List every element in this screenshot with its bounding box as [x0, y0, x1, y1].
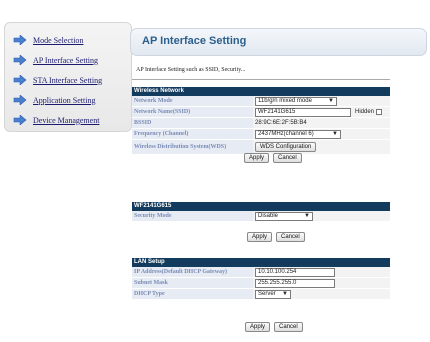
wds-configuration-button[interactable]: WDS Configuration	[255, 142, 317, 152]
chevron-down-icon: ▼	[332, 130, 338, 137]
ip-address-input[interactable]: 10.10.100.254	[255, 267, 335, 277]
frequency-select[interactable]: 2437MHz(channel 6) ▼	[255, 129, 341, 139]
section-header: WF2141G615	[132, 202, 390, 211]
ssid-input[interactable]: WF2141G615	[255, 107, 351, 117]
sidebar-item-application-setting[interactable]: Application Setting	[5, 90, 131, 110]
arrow-right-icon	[13, 115, 27, 125]
network-mode-select[interactable]: 11b/g/n mixed mode ▼	[255, 96, 337, 106]
wds-label: Wireless Distribution System(WDS)	[132, 140, 253, 154]
arrow-right-icon	[13, 95, 27, 105]
security-table: WF2141G615 Security Mode Disable ▼	[132, 202, 390, 222]
table-row: Network Mode 11b/g/n mixed mode ▼	[132, 96, 390, 107]
lan-actions: Apply Cancel	[245, 322, 303, 332]
sidebar-item-ap-interface-setting[interactable]: AP Interface Setting	[5, 50, 131, 70]
sidebar-item-device-management[interactable]: Device Management	[5, 110, 131, 130]
wireless-network-table: Wireless Network Network Mode 11b/g/n mi…	[132, 87, 390, 155]
ssid-label: Network Name(SSID)	[132, 107, 253, 117]
page-description: AP Interface Setting such as SSID, Secur…	[136, 67, 246, 73]
sidebar-item-mode-selection[interactable]: Mode Selection	[5, 30, 131, 50]
lan-setup-table: LAN Setup IP Address(Default DHCP Gatewa…	[132, 258, 390, 300]
table-row: BSSID 28:9C:6E:2F:5B:B4	[132, 118, 390, 129]
chevron-down-icon: ▼	[328, 97, 334, 104]
ip-address-label: IP Address(Default DHCP Gateway)	[132, 267, 253, 277]
dhcp-type-label: DHCP Type	[132, 289, 253, 299]
bssid-label: BSSID	[132, 118, 253, 128]
wireless-actions: Apply Cancel	[244, 153, 302, 163]
table-row: DHCP Type Server ▼	[132, 289, 390, 300]
section-header: Wireless Network	[132, 87, 390, 96]
section-header: LAN Setup	[132, 258, 390, 267]
cancel-button[interactable]: Cancel	[274, 322, 303, 332]
cancel-button[interactable]: Cancel	[276, 232, 305, 242]
sidebar-nav: Mode Selection AP Interface Setting STA …	[4, 22, 132, 132]
dhcp-type-select[interactable]: Server ▼	[255, 289, 291, 299]
table-row: IP Address(Default DHCP Gateway) 10.10.1…	[132, 267, 390, 278]
subnet-mask-label: Subnet Mask	[132, 278, 253, 288]
table-row: Security Mode Disable ▼	[132, 211, 390, 222]
security-actions: Apply Cancel	[247, 232, 305, 242]
divider	[132, 79, 390, 80]
table-row: Subnet Mask 255.255.255.0	[132, 278, 390, 289]
arrow-right-icon	[13, 55, 27, 65]
page-title: AP Interface Setting	[142, 35, 247, 47]
sidebar-item-label: STA Interface Setting	[33, 75, 103, 85]
hidden-label: Hidden	[355, 109, 375, 115]
table-row: Network Name(SSID) WF2141G615 Hidden	[132, 107, 390, 118]
sidebar-item-sta-interface-setting[interactable]: STA Interface Setting	[5, 70, 131, 90]
apply-button[interactable]: Apply	[244, 153, 270, 163]
cancel-button[interactable]: Cancel	[273, 153, 302, 163]
chevron-down-icon: ▼	[304, 212, 310, 219]
apply-button[interactable]: Apply	[245, 322, 271, 332]
sidebar-item-label: AP Interface Setting	[33, 55, 99, 65]
apply-button[interactable]: Apply	[247, 232, 273, 242]
security-mode-select[interactable]: Disable ▼	[255, 211, 313, 221]
frequency-label: Frequency (Channel)	[132, 129, 253, 139]
sidebar-item-label: Application Setting	[33, 95, 96, 105]
sidebar-item-label: Device Management	[33, 115, 100, 125]
chevron-down-icon: ▼	[282, 290, 288, 297]
page-header: AP Interface Setting	[130, 28, 427, 56]
hidden-checkbox[interactable]	[376, 109, 383, 115]
bssid-value: 28:9C:6E:2F:5B:B4	[255, 120, 307, 126]
subnet-mask-input[interactable]: 255.255.255.0	[255, 278, 335, 288]
arrow-right-icon	[13, 35, 27, 45]
arrow-right-icon	[13, 75, 27, 85]
security-mode-label: Security Mode	[132, 211, 253, 221]
table-row: Frequency (Channel) 2437MHz(channel 6) ▼	[132, 129, 390, 140]
network-mode-label: Network Mode	[132, 96, 253, 106]
sidebar-item-label: Mode Selection	[33, 35, 84, 45]
